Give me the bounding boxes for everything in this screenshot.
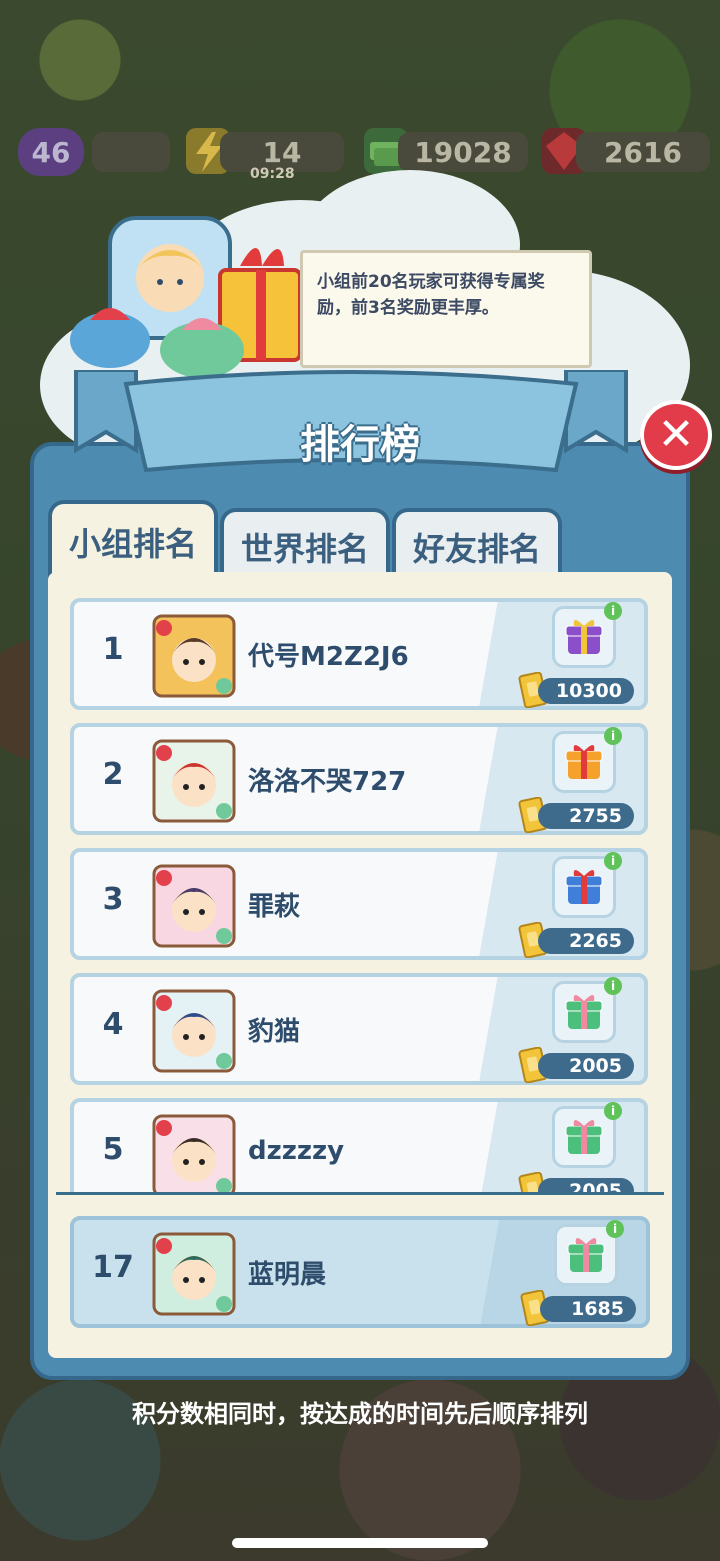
player-name: 豹猫 (248, 1017, 301, 1047)
rank-number: 17 (92, 1250, 134, 1285)
gift-icon (562, 864, 606, 910)
score-value: 2005 (538, 1178, 634, 1192)
gift-icon (562, 989, 606, 1035)
gift-icon (564, 1232, 608, 1278)
ranking-row[interactable]: 4 豹猫 i 2005 (70, 973, 648, 1085)
rank-number: 4 (102, 1007, 124, 1042)
player-name: 罪萩 (248, 892, 301, 922)
info-icon[interactable]: i (606, 1220, 624, 1238)
level-badge: 46 (18, 128, 84, 176)
my-ranking-row[interactable]: 17 蓝明晨 i 1685 (70, 1216, 650, 1328)
ranking-row[interactable]: 1 代号M2Z2J6 i 10300 (70, 598, 648, 710)
avatar[interactable] (152, 1232, 236, 1316)
home-indicator[interactable] (232, 1538, 488, 1548)
tab-label: 好友排名 (412, 530, 541, 568)
tab-label: 世界排名 (240, 530, 369, 568)
reward-info-text: 小组前20名玩家可获得专属奖励，前3名奖励更丰厚。 (317, 272, 545, 318)
score-value: 10300 (538, 678, 634, 704)
footer-note: 积分数相同时，按达成的时间先后顺序排列 (132, 1400, 588, 1428)
avatar[interactable] (152, 739, 236, 823)
character-gift-illustration (70, 210, 310, 380)
player-name: 蓝明晨 (248, 1260, 327, 1290)
list-divider (56, 1192, 664, 1195)
avatar[interactable] (152, 614, 236, 698)
gift-icon (562, 739, 606, 785)
top-hud: 46 14 09:28 19028 2616 (0, 128, 720, 182)
score-value: 2755 (538, 803, 634, 829)
info-icon[interactable]: i (604, 977, 622, 995)
gem-counter[interactable]: 2616 (576, 132, 710, 172)
score-value: 2265 (538, 928, 634, 954)
rank-number: 5 (102, 1132, 124, 1167)
avatar[interactable] (152, 1114, 236, 1192)
xp-bar (92, 132, 170, 172)
gift-icon (562, 1114, 606, 1160)
ranking-list[interactable]: 1 代号M2Z2J6 i 10300 2 洛洛不哭727 i 2755 3 罪萩 i 2265 4 豹猫 i… (68, 590, 652, 1192)
rank-number: 2 (102, 757, 124, 792)
close-icon: ✕ (657, 409, 695, 460)
avatar[interactable] (152, 864, 236, 948)
ranking-row[interactable]: 3 罪萩 i 2265 (70, 848, 648, 960)
cash-counter[interactable]: 19028 (398, 132, 528, 172)
page-title: 排行榜 (300, 422, 420, 468)
rank-number: 1 (102, 632, 124, 667)
info-icon[interactable]: i (604, 1102, 622, 1120)
player-name: 代号M2Z2J6 (248, 642, 409, 672)
energy-timer: 09:28 (250, 166, 295, 182)
score-value: 2005 (538, 1053, 634, 1079)
tab-label: 小组排名 (68, 525, 197, 563)
tab-group-ranking[interactable]: 小组排名 (48, 500, 218, 580)
rank-number: 3 (102, 882, 124, 917)
gift-icon (562, 614, 606, 660)
close-button[interactable]: ✕ (640, 400, 712, 470)
player-name: dzzzzy (248, 1136, 345, 1166)
avatar[interactable] (152, 989, 236, 1073)
ranking-row[interactable]: 2 洛洛不哭727 i 2755 (70, 723, 648, 835)
ranking-row[interactable]: 5 dzzzzy i 2005 (70, 1098, 648, 1192)
reward-info-box: 小组前20名玩家可获得专属奖励，前3名奖励更丰厚。 (300, 250, 592, 368)
player-name: 洛洛不哭727 (248, 767, 407, 797)
info-icon[interactable]: i (604, 602, 622, 620)
info-icon[interactable]: i (604, 727, 622, 745)
score-value: 1685 (540, 1296, 636, 1322)
tab-world-ranking[interactable]: 世界排名 (220, 508, 390, 582)
info-icon[interactable]: i (604, 852, 622, 870)
tab-friend-ranking[interactable]: 好友排名 (392, 508, 562, 582)
